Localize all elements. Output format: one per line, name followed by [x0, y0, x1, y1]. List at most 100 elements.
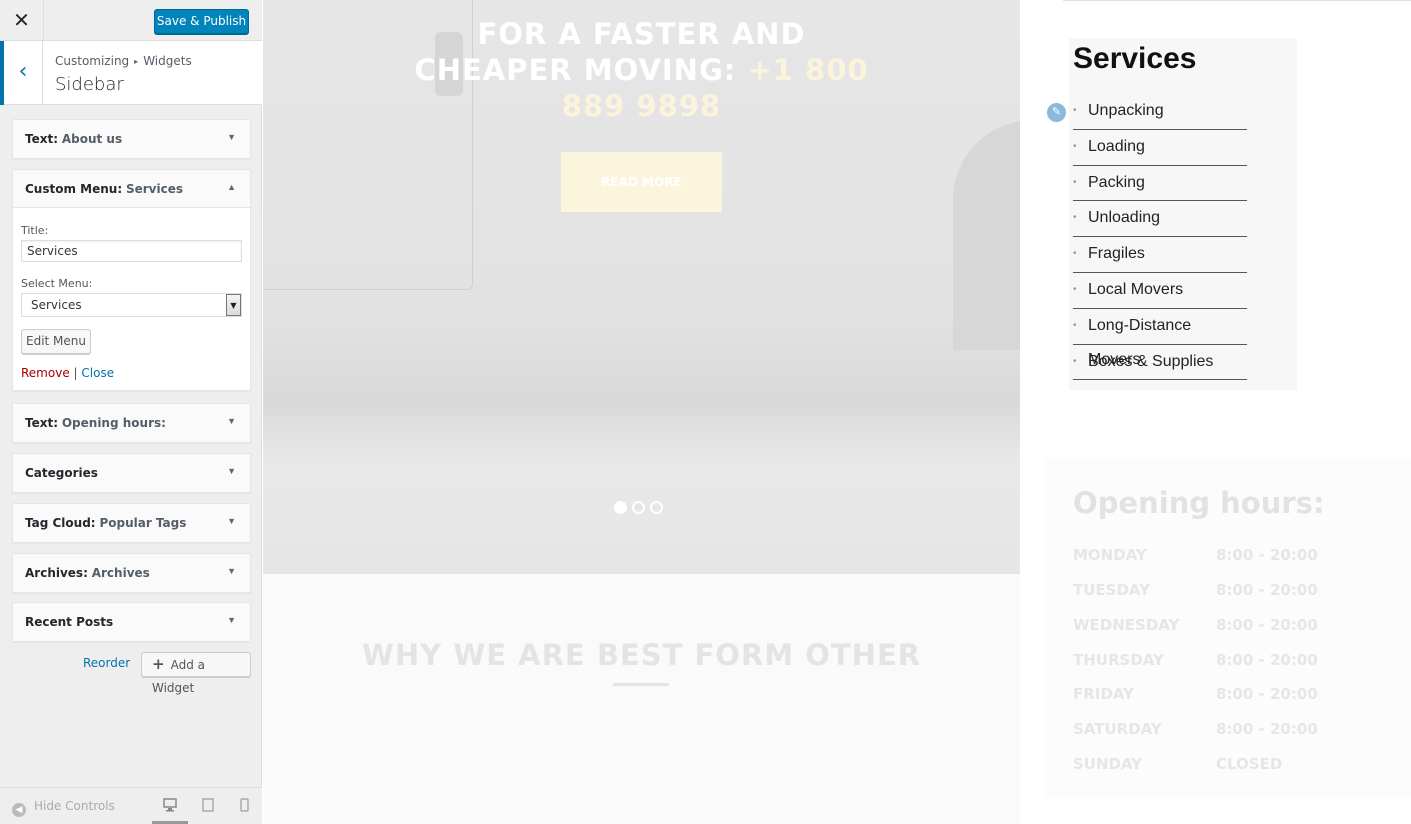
- expand-arrow-icon[interactable]: ▼: [227, 615, 236, 625]
- select-menu-value: Services: [31, 298, 82, 312]
- widget-type: Archives:: [25, 566, 88, 580]
- opening-time: 8:00 - 20:00: [1216, 581, 1318, 599]
- breadcrumb: Customizing ▸ Widgets: [55, 54, 192, 68]
- edit-menu-button[interactable]: Edit Menu: [21, 329, 91, 354]
- expand-arrow-icon[interactable]: ▼: [227, 566, 236, 576]
- service-item[interactable]: • Local Movers: [1073, 273, 1247, 309]
- widget-text-opening-hours[interactable]: Text: Opening hours: ▼: [12, 403, 251, 443]
- remove-link[interactable]: Remove: [21, 366, 70, 380]
- opening-hours-widget: Opening hours: MONDAY 8:00 - 20:00 TUESDA…: [1045, 458, 1411, 798]
- widget-form: Title: Services Select Menu: Services ▼ …: [13, 208, 250, 390]
- why-underline: [613, 683, 669, 686]
- bullet-icon: •: [1073, 319, 1077, 331]
- customizer-header: ✕ Save & Publish: [0, 0, 262, 41]
- hero-phone-part-2: 889 9898: [561, 89, 722, 123]
- hero-slider: FOR A FASTER AND CHEAPER MOVING: +1 800 …: [263, 0, 1020, 574]
- why-section: WHY WE ARE BEST FORM OTHER: [263, 574, 1020, 824]
- service-item[interactable]: • Loading: [1073, 130, 1247, 166]
- service-item[interactable]: • Unpacking: [1073, 94, 1247, 130]
- hide-controls-button[interactable]: ◀ Hide Controls: [12, 799, 115, 817]
- opening-day: MONDAY: [1073, 546, 1147, 564]
- title-input[interactable]: Services: [21, 240, 242, 262]
- hero-line-2-text: CHEAPER MOVING:: [414, 53, 737, 87]
- service-item[interactable]: • Boxes & Supplies: [1073, 345, 1247, 381]
- slider-dot-1[interactable]: [614, 501, 627, 514]
- slider-dot-3[interactable]: [650, 501, 663, 514]
- breadcrumb-child: Widgets: [143, 54, 192, 68]
- widget-header[interactable]: Text: Opening hours: ▼: [13, 404, 250, 442]
- hide-controls-label: Hide Controls: [34, 799, 115, 813]
- widget-type: Tag Cloud:: [25, 516, 96, 530]
- reorder-link[interactable]: Reorder: [83, 656, 130, 670]
- service-item[interactable]: • Packing: [1073, 166, 1247, 202]
- widget-header[interactable]: Recent Posts ▼: [13, 603, 250, 641]
- opening-time: 8:00 - 20:00: [1216, 616, 1318, 634]
- widget-header[interactable]: Text: About us ▼: [13, 120, 250, 158]
- dropdown-arrow-icon[interactable]: ▼: [226, 294, 241, 316]
- bullet-icon: •: [1073, 176, 1077, 188]
- opening-day: TUESDAY: [1073, 581, 1150, 599]
- opening-time: 8:00 - 20:00: [1216, 720, 1318, 738]
- mobile-preview-icon[interactable]: [235, 797, 253, 815]
- widget-header[interactable]: Custom Menu: Services ▲: [13, 170, 250, 208]
- service-item-label: Unpacking: [1088, 102, 1164, 119]
- hero-heading: FOR A FASTER AND CHEAPER MOVING: +1 800 …: [413, 16, 870, 124]
- chevron-left-icon[interactable]: ‹: [0, 41, 43, 105]
- widget-title: Archives: Archives: [25, 566, 150, 580]
- read-more-button[interactable]: READ MORE: [561, 152, 722, 212]
- why-title: WHY WE ARE BEST FORM OTHER: [361, 638, 922, 672]
- services-list: • Unpacking • Loading • Packing • Unloading …: [1073, 94, 1247, 381]
- widget-recent-posts[interactable]: Recent Posts ▼: [12, 602, 251, 642]
- service-item-label: Fragiles: [1088, 245, 1145, 263]
- service-item-label: Packing: [1088, 173, 1145, 191]
- save-publish-button[interactable]: Save & Publish: [154, 9, 249, 34]
- close-icon[interactable]: ✕: [0, 0, 44, 41]
- widget-categories[interactable]: Categories ▼: [12, 453, 251, 493]
- widget-title: Text: About us: [25, 132, 122, 146]
- widget-header[interactable]: Categories ▼: [13, 454, 250, 492]
- select-menu-dropdown[interactable]: Services ▼: [21, 293, 242, 317]
- opening-time: CLOSED: [1216, 755, 1283, 773]
- widget-header[interactable]: Archives: Archives ▼: [13, 554, 250, 592]
- expand-arrow-icon[interactable]: ▼: [227, 516, 236, 526]
- widget-type: Custom Menu:: [25, 182, 123, 196]
- service-item-label: Local Movers: [1088, 280, 1184, 298]
- widget-custom-menu-services[interactable]: Custom Menu: Services ▲ Title: Services …: [12, 169, 251, 391]
- collapse-arrow-icon[interactable]: ▲: [227, 182, 236, 192]
- services-title: Services: [1073, 42, 1197, 75]
- opening-day: WEDNESDAY: [1073, 616, 1180, 634]
- widget-actions: Remove | Close: [21, 366, 114, 380]
- expand-arrow-icon[interactable]: ▼: [227, 466, 236, 476]
- widget-title: Custom Menu: Services: [25, 182, 183, 196]
- customizer-panel: ✕ Save & Publish ‹ Customizing ▸ Widgets S…: [0, 0, 262, 824]
- service-item[interactable]: • Fragiles: [1073, 237, 1247, 273]
- widget-name: Opening hours:: [61, 416, 166, 430]
- widget-tag-cloud[interactable]: Tag Cloud: Popular Tags ▼: [12, 503, 251, 543]
- bullet-icon: •: [1073, 105, 1077, 116]
- slider-dot-2[interactable]: [632, 501, 645, 514]
- expand-arrow-icon[interactable]: ▼: [227, 416, 236, 426]
- widget-text-about-us[interactable]: Text: About us ▼: [12, 119, 251, 159]
- widget-archives[interactable]: Archives: Archives ▼: [12, 553, 251, 593]
- service-item[interactable]: • Unloading: [1073, 201, 1247, 238]
- bullet-icon: •: [1073, 140, 1077, 152]
- widget-type: Categories: [25, 466, 98, 480]
- link-divider: |: [73, 366, 78, 380]
- pencil-icon[interactable]: ✎: [1045, 101, 1068, 124]
- title-label: Title:: [21, 224, 49, 237]
- widget-type: Text:: [25, 416, 59, 430]
- widget-name: Services: [125, 182, 183, 196]
- add-widget-button[interactable]: + Add a Widget: [141, 652, 251, 695]
- expand-arrow-icon[interactable]: ▼: [227, 132, 236, 142]
- widget-header[interactable]: Tag Cloud: Popular Tags ▼: [13, 504, 250, 542]
- widget-name: About us: [61, 132, 123, 146]
- opening-day: SATURDAY: [1073, 720, 1162, 738]
- service-item-label: Unloading: [1088, 209, 1161, 227]
- opening-time: 8:00 - 20:00: [1216, 685, 1318, 703]
- desktop-preview-icon[interactable]: [152, 797, 188, 824]
- close-link[interactable]: Close: [81, 366, 114, 380]
- tablet-preview-icon[interactable]: [199, 797, 217, 815]
- widget-title: Categories: [25, 466, 98, 480]
- service-item[interactable]: • Long-Distance Movers: [1073, 309, 1247, 368]
- customizer-footer: ◀ Hide Controls: [0, 787, 262, 824]
